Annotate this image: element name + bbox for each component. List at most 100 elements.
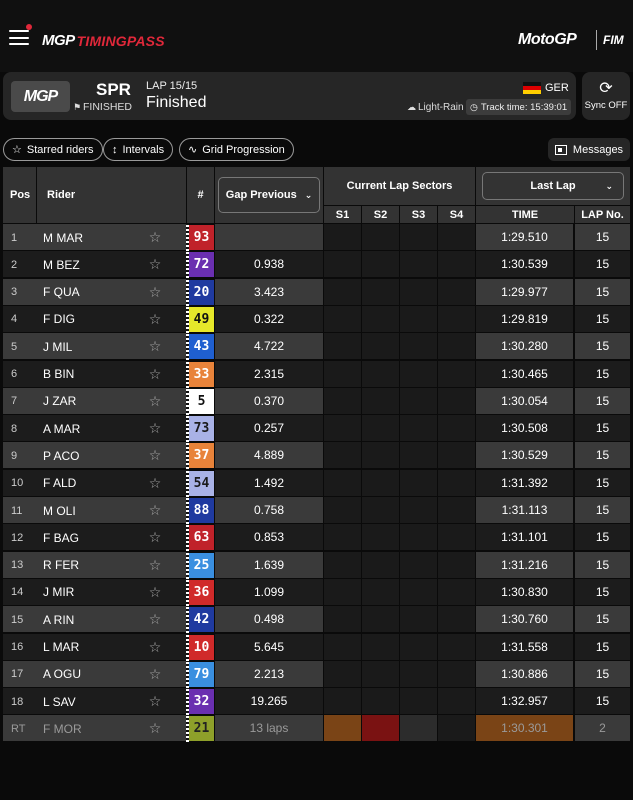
table-row[interactable]: 13 R FER ☆ 25 1.639 1:31.216 15 <box>3 551 630 579</box>
table-row[interactable]: 7J ZAR ☆ 5 0.370 1:30.054 15 <box>3 387 630 415</box>
star-icon[interactable]: ☆ <box>145 279 165 306</box>
sector-s2 <box>362 360 399 387</box>
gap-dropdown-label: Gap Previous <box>225 189 297 201</box>
row-gap: 4.722 <box>215 333 323 360</box>
star-icon[interactable]: ☆ <box>145 442 165 469</box>
row-last-lap-time: 1:31.101 <box>476 524 573 551</box>
intervals-button[interactable]: ↕ Intervals <box>103 138 174 161</box>
sector-s1 <box>324 660 361 687</box>
header-time: TIME <box>476 206 574 223</box>
row-gap: 2.315 <box>215 360 323 387</box>
row-lap-number: 15 <box>575 633 630 660</box>
star-icon[interactable]: ☆ <box>145 661 165 688</box>
star-icon[interactable]: ☆ <box>145 688 165 715</box>
rider-number: 36 <box>189 579 214 605</box>
star-icon[interactable]: ☆ <box>145 415 165 442</box>
row-last-lap-time: 1:30.830 <box>476 578 573 605</box>
sector-s4 <box>438 578 475 605</box>
sector-s2 <box>362 278 399 305</box>
rider-number: 73 <box>189 416 214 442</box>
cloud-icon: ☁ <box>407 102 416 112</box>
table-row[interactable]: 14 J MIR ☆ 36 1.099 1:30.830 15 <box>3 578 630 606</box>
top-bar: MGP TIMINGPASS MotoGP FIM <box>0 0 633 72</box>
sync-button[interactable]: ⟳ Sync OFF <box>582 72 630 120</box>
sector-s3 <box>400 442 437 469</box>
row-lap-number: 15 <box>575 387 630 414</box>
row-position: 12 <box>11 531 24 544</box>
hamburger-icon[interactable] <box>9 30 29 46</box>
starred-riders-label: Starred riders <box>26 143 94 156</box>
table-row[interactable]: 12 F BAG ☆ 63 0.853 1:31.101 15 <box>3 524 630 552</box>
table-row[interactable]: 18 L SAV ☆ 32 19.265 1:32.957 15 <box>3 688 630 716</box>
star-icon[interactable]: ☆ <box>145 606 165 633</box>
header-pos: Pos <box>3 167 36 223</box>
star-icon[interactable]: ☆ <box>145 224 165 251</box>
app-brand[interactable]: MGP TIMINGPASS <box>42 32 165 49</box>
grid-progression-button[interactable]: ∿ Grid Progression <box>179 138 294 161</box>
star-icon[interactable]: ☆ <box>145 388 165 415</box>
table-row[interactable]: 2M BEZ ☆ 72 0.938 1:30.539 15 <box>3 251 630 279</box>
row-last-lap-time: 1:31.216 <box>476 551 573 578</box>
session-status: ⚑ FINISHED <box>73 101 132 113</box>
table-row[interactable]: 10 F ALD ☆ 54 1.492 1:31.392 15 <box>3 469 630 497</box>
table-row[interactable]: 5J MIL ☆ 43 4.722 1:30.280 15 <box>3 333 630 361</box>
star-icon[interactable]: ☆ <box>145 470 165 497</box>
sector-s3 <box>400 387 437 414</box>
sync-label: Sync OFF <box>584 100 628 111</box>
row-lap-number: 15 <box>575 497 630 523</box>
chevron-down-icon: ⌄ <box>304 189 313 200</box>
row-position: 8 <box>11 422 18 435</box>
sector-s2 <box>362 715 399 742</box>
table-row[interactable]: 11 M OLI ☆ 88 0.758 1:31.113 15 <box>3 497 630 524</box>
messages-button[interactable]: Messages <box>548 138 630 161</box>
table-row[interactable]: RT F MOR ☆ 21 13 laps 1:30.301 2 <box>3 715 630 743</box>
row-position: 13 <box>11 559 24 572</box>
table-row[interactable]: 3F QUA ☆ 20 3.423 1:29.977 15 <box>3 278 630 306</box>
sector-s4 <box>438 606 475 633</box>
table-row[interactable]: 9P ACO ☆ 37 4.889 1:30.529 15 <box>3 442 630 470</box>
row-lap-number: 15 <box>575 333 630 360</box>
table-row[interactable]: 1M MAR ☆ 93 1:29.510 15 <box>3 224 630 251</box>
header-s1: S1 <box>324 206 361 223</box>
star-icon[interactable]: ☆ <box>145 497 165 524</box>
sector-s3 <box>400 497 437 523</box>
row-last-lap-time: 1:30.280 <box>476 333 573 360</box>
star-icon[interactable]: ☆ <box>145 251 165 278</box>
star-icon[interactable]: ☆ <box>145 361 165 388</box>
star-icon[interactable]: ☆ <box>145 306 165 333</box>
starred-riders-button[interactable]: ☆ Starred riders <box>3 138 103 161</box>
sector-s1 <box>324 715 361 742</box>
sector-s4 <box>438 442 475 469</box>
star-icon[interactable]: ☆ <box>145 579 165 606</box>
table-row[interactable]: 6B BIN ☆ 33 2.315 1:30.465 15 <box>3 360 630 388</box>
table-row[interactable]: 17 A OGU ☆ 79 2.213 1:30.886 15 <box>3 660 630 688</box>
row-position: 17 <box>11 668 24 681</box>
star-icon[interactable]: ☆ <box>145 715 165 742</box>
table-row[interactable]: 8A MAR ☆ 73 0.257 1:30.508 15 <box>3 415 630 443</box>
last-lap-dropdown-label: Last Lap <box>530 180 576 192</box>
sector-s3 <box>400 715 437 742</box>
star-icon[interactable]: ☆ <box>145 634 165 661</box>
table-row[interactable]: 16 L MAR ☆ 10 5.645 1:31.558 15 <box>3 633 630 661</box>
rider-number: 32 <box>189 689 214 715</box>
sector-s1 <box>324 333 361 360</box>
last-lap-dropdown[interactable]: Last Lap ⌄ <box>482 172 624 200</box>
sector-s1 <box>324 415 361 442</box>
sector-s3 <box>400 305 437 332</box>
sector-s4 <box>438 360 475 387</box>
rider-number: 88 <box>189 498 214 523</box>
row-lap-number: 15 <box>575 360 630 387</box>
row-gap <box>215 224 323 250</box>
sector-s2 <box>362 442 399 469</box>
gap-dropdown[interactable]: Gap Previous ⌄ <box>218 177 320 213</box>
star-icon[interactable]: ☆ <box>145 552 165 579</box>
star-icon[interactable]: ☆ <box>145 524 165 551</box>
sector-s4 <box>438 224 475 250</box>
table-row[interactable]: 4F DIG ☆ 49 0.322 1:29.819 15 <box>3 305 630 333</box>
sector-s2 <box>362 305 399 332</box>
row-position: 16 <box>11 641 24 653</box>
header-number: # <box>187 167 214 223</box>
star-icon[interactable]: ☆ <box>145 333 165 360</box>
table-row[interactable]: 15 A RIN ☆ 42 0.498 1:30.760 15 <box>3 606 630 634</box>
sector-s4 <box>438 551 475 578</box>
